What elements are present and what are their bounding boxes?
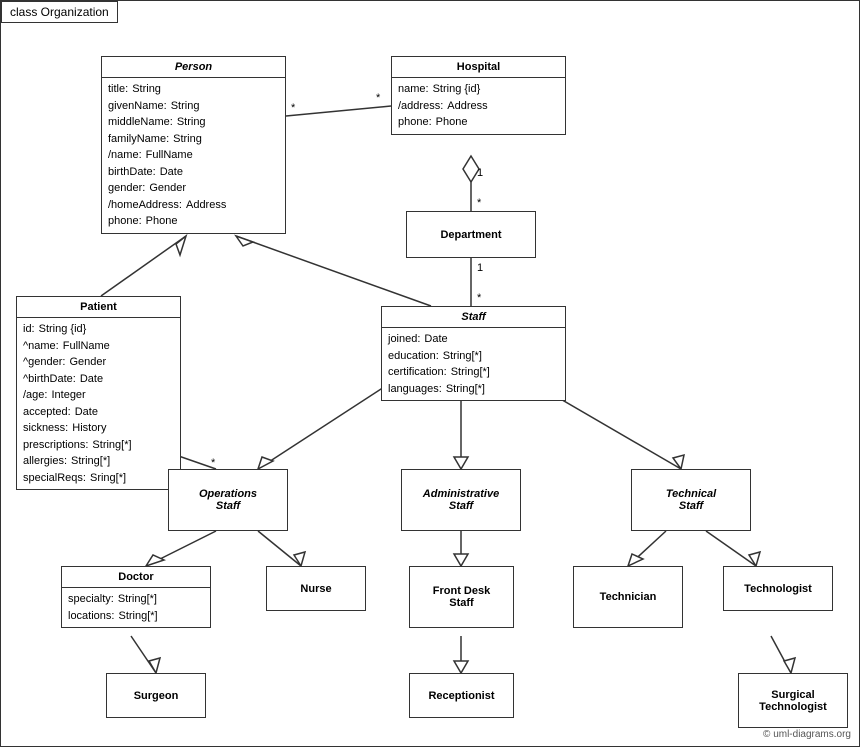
operations-staff-title: OperationsStaff: [199, 488, 257, 512]
technologist-box: Technologist: [723, 566, 833, 611]
patient-attrs: id:String {id} ^name:FullName ^gender:Ge…: [17, 318, 180, 489]
svg-text:1: 1: [477, 167, 483, 179]
doctor-title: Doctor: [62, 567, 210, 588]
staff-box: Staff joined:Date education:String[*] ce…: [381, 306, 566, 401]
front-desk-staff-title: Front DeskStaff: [433, 585, 490, 609]
front-desk-staff-box: Front DeskStaff: [409, 566, 514, 628]
technical-staff-title: TechnicalStaff: [666, 488, 716, 512]
svg-text:1: 1: [477, 262, 483, 274]
operations-staff-box: OperationsStaff: [168, 469, 288, 531]
technical-staff-box: TechnicalStaff: [631, 469, 751, 531]
person-box: Person title:String givenName:String mid…: [101, 56, 286, 234]
hospital-attrs: name:String {id} /address:Address phone:…: [392, 78, 565, 134]
staff-attrs: joined:Date education:String[*] certific…: [382, 328, 565, 400]
hospital-title: Hospital: [392, 57, 565, 78]
patient-box: Patient id:String {id} ^name:FullName ^g…: [16, 296, 181, 490]
person-title: Person: [102, 57, 285, 78]
administrative-staff-box: AdministrativeStaff: [401, 469, 521, 531]
svg-text:*: *: [477, 292, 482, 304]
copyright: © uml-diagrams.org: [763, 729, 851, 740]
technician-title: Technician: [600, 591, 657, 603]
receptionist-box: Receptionist: [409, 673, 514, 718]
patient-title: Patient: [17, 297, 180, 318]
diagram-title: class Organization: [1, 1, 118, 23]
technician-box: Technician: [573, 566, 683, 628]
diagram-container: class Organization * * 1 * 1 * * *: [0, 0, 860, 747]
svg-text:*: *: [477, 197, 482, 209]
nurse-box: Nurse: [266, 566, 366, 611]
surgical-technologist-title: SurgicalTechnologist: [759, 689, 827, 713]
svg-text:*: *: [291, 102, 296, 114]
surgeon-title: Surgeon: [134, 690, 179, 702]
hospital-box: Hospital name:String {id} /address:Addre…: [391, 56, 566, 135]
receptionist-title: Receptionist: [428, 690, 494, 702]
doctor-attrs: specialty:String[*] locations:String[*]: [62, 588, 210, 627]
administrative-staff-title: AdministrativeStaff: [423, 488, 499, 512]
staff-title: Staff: [382, 307, 565, 328]
svg-text:*: *: [376, 92, 381, 104]
svg-text:*: *: [211, 457, 216, 469]
department-title: Department: [440, 229, 501, 241]
doctor-box: Doctor specialty:String[*] locations:Str…: [61, 566, 211, 628]
surgical-technologist-box: SurgicalTechnologist: [738, 673, 848, 728]
technologist-title: Technologist: [744, 583, 812, 595]
surgeon-box: Surgeon: [106, 673, 206, 718]
department-box: Department: [406, 211, 536, 258]
nurse-title: Nurse: [300, 583, 331, 595]
person-attrs: title:String givenName:String middleName…: [102, 78, 285, 233]
